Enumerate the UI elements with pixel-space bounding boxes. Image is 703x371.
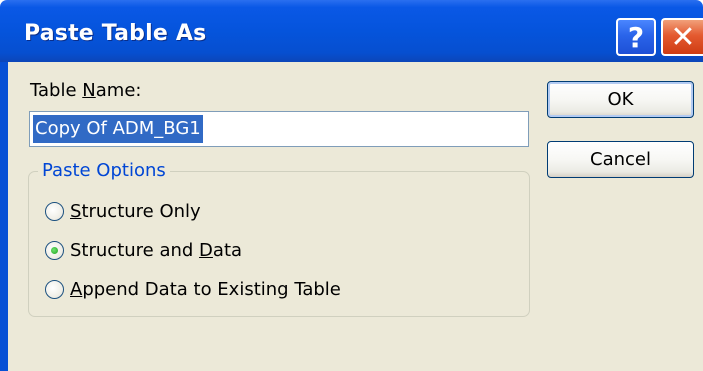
radio-button-checked-icon[interactable]: [45, 240, 64, 260]
table-name-label: Table Name:: [30, 80, 142, 101]
help-button[interactable]: ?: [616, 18, 656, 56]
dialog-title: Paste Table As: [24, 21, 207, 46]
close-icon: ✕: [670, 20, 696, 55]
help-icon: ?: [627, 21, 645, 54]
paste-options-legend: Paste Options: [38, 160, 170, 181]
radio-label: Structure and Data: [70, 239, 243, 261]
table-name-value: Copy Of ADM_BG1: [33, 115, 203, 143]
ok-button[interactable]: OK: [547, 81, 694, 118]
radio-button-icon[interactable]: [45, 279, 64, 299]
radio-append-data[interactable]: Append Data to Existing Table: [45, 277, 341, 301]
radio-label: Structure Only: [70, 200, 201, 222]
window-frame-left: [0, 62, 8, 371]
cancel-button[interactable]: Cancel: [547, 141, 694, 178]
radio-structure-only[interactable]: Structure Only: [45, 199, 201, 223]
close-button[interactable]: ✕: [661, 18, 703, 56]
radio-button-icon[interactable]: [45, 201, 64, 221]
radio-structure-and-data[interactable]: Structure and Data: [45, 238, 242, 262]
title-bar[interactable]: Paste Table As ? ✕: [0, 0, 703, 62]
radio-label: Append Data to Existing Table: [70, 278, 341, 300]
table-name-input[interactable]: Copy Of ADM_BG1: [29, 111, 529, 147]
